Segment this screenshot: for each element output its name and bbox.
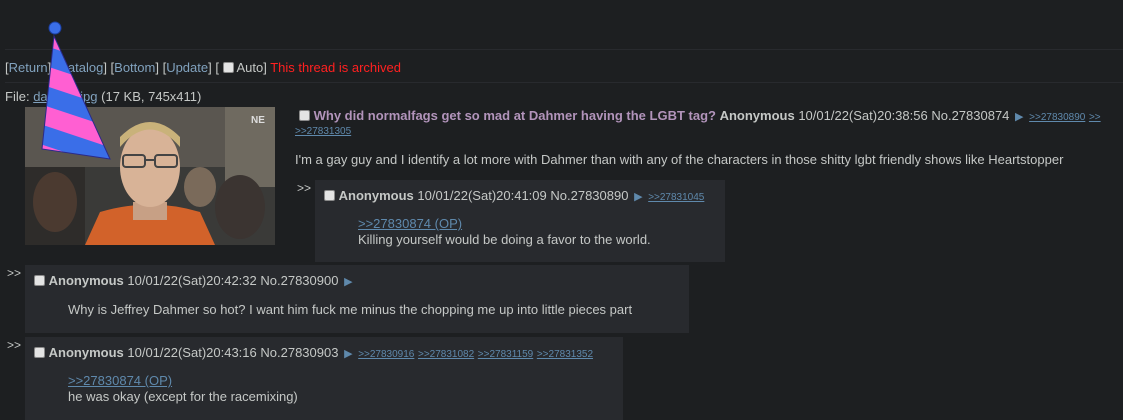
reply-header: Anonymous 10/01/22(Sat)20:43:16 No.27830… bbox=[34, 345, 593, 360]
auto-label: Auto bbox=[236, 60, 264, 75]
bottom-link[interactable]: Bottom bbox=[114, 60, 155, 75]
op-poster-name: Anonymous bbox=[719, 108, 795, 123]
svg-text:NE: NE bbox=[251, 115, 265, 126]
reply-post: Anonymous 10/01/22(Sat)20:41:09 No.27830… bbox=[315, 180, 725, 262]
op-date: 10/01/22(Sat)20:38:56 bbox=[798, 108, 928, 123]
reply-poster-name: Anonymous bbox=[48, 345, 124, 360]
op-post-header: Why did normalfags get so mad at Dahmer … bbox=[299, 108, 1101, 123]
reply-menu-arrow-icon[interactable]: ▶ bbox=[344, 276, 352, 288]
op-select-checkbox[interactable] bbox=[299, 110, 310, 121]
op-backlink[interactable]: >>27831305 bbox=[295, 126, 351, 137]
reply-backlink[interactable]: >>27831045 bbox=[648, 192, 704, 203]
reply-message: Why is Jeffrey Dahmer so hot? I want him… bbox=[68, 302, 633, 317]
op-menu-arrow-icon[interactable]: ▶ bbox=[1015, 111, 1023, 123]
reply-menu-arrow-icon[interactable]: ▶ bbox=[634, 191, 642, 203]
reply-post-number[interactable]: No.27830890 bbox=[550, 188, 628, 203]
reply-quote-link[interactable]: >>27830874 (OP) bbox=[358, 216, 462, 231]
op-message: I'm a gay guy and I identify a lot more … bbox=[295, 152, 1064, 167]
archived-notice: This thread is archived bbox=[270, 60, 401, 75]
reply-post: Anonymous 10/01/22(Sat)20:43:16 No.27830… bbox=[25, 337, 623, 420]
reply-poster-name: Anonymous bbox=[338, 188, 414, 203]
update-link[interactable]: Update bbox=[166, 60, 208, 75]
op-subject: Why did normalfags get so mad at Dahmer … bbox=[313, 108, 716, 123]
reply-select-checkbox[interactable] bbox=[34, 347, 45, 358]
nav-divider bbox=[5, 82, 1123, 83]
party-hat-icon bbox=[41, 21, 111, 160]
op-post-number[interactable]: No.27830874 bbox=[931, 108, 1009, 123]
reply-menu-arrow-icon[interactable]: ▶ bbox=[344, 348, 352, 360]
reply-backlink[interactable]: >>27830916 bbox=[358, 349, 414, 360]
reply-select-checkbox[interactable] bbox=[34, 275, 45, 286]
reply-header: Anonymous 10/01/22(Sat)20:42:32 No.27830… bbox=[34, 273, 355, 288]
reply-side-arrows: >> bbox=[7, 266, 22, 280]
file-meta: (17 KB, 745x411) bbox=[101, 89, 202, 104]
reply-backlink[interactable]: >>27831352 bbox=[537, 349, 593, 360]
reply-side-arrows: >> bbox=[297, 181, 312, 195]
reply-backlink[interactable]: >>27831082 bbox=[418, 349, 474, 360]
reply-message: he was okay (except for the racemixing) bbox=[68, 389, 298, 404]
reply-poster-name: Anonymous bbox=[48, 273, 124, 288]
reply-date: 10/01/22(Sat)20:41:09 bbox=[417, 188, 547, 203]
reply-post-number[interactable]: No.27830903 bbox=[260, 345, 338, 360]
reply-quote-link[interactable]: >>27830874 (OP) bbox=[68, 373, 172, 388]
reply-select-checkbox[interactable] bbox=[324, 190, 335, 201]
reply-header: Anonymous 10/01/22(Sat)20:41:09 No.27830… bbox=[324, 188, 704, 203]
top-divider bbox=[5, 49, 1123, 50]
reply-message: Killing yourself would be doing a favor … bbox=[358, 232, 651, 247]
reply-date: 10/01/22(Sat)20:42:32 bbox=[127, 273, 257, 288]
reply-post-number[interactable]: No.27830900 bbox=[260, 273, 338, 288]
op-backlink[interactable]: >> bbox=[1089, 112, 1101, 123]
reply-backlink[interactable]: >>27831159 bbox=[478, 349, 533, 360]
reply-post: Anonymous 10/01/22(Sat)20:42:32 No.27830… bbox=[25, 265, 689, 333]
file-label: File: bbox=[5, 89, 30, 104]
auto-update-checkbox[interactable] bbox=[222, 62, 234, 73]
op-backlink[interactable]: >>27830890 bbox=[1029, 112, 1085, 123]
reply-side-arrows: >> bbox=[7, 338, 22, 352]
reply-date: 10/01/22(Sat)20:43:16 bbox=[127, 345, 257, 360]
